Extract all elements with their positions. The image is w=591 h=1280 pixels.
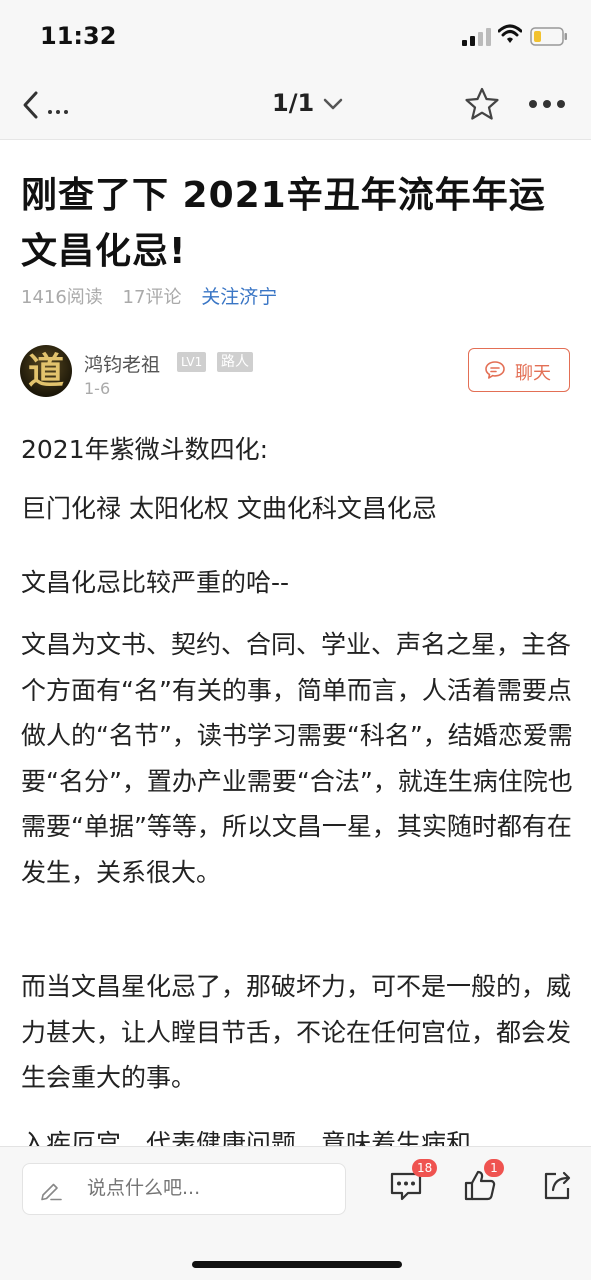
follow-link[interactable]: 关注济宁 — [201, 286, 277, 308]
comment-count-badge: 18 — [412, 1159, 438, 1177]
page-indicator[interactable]: 1/1 — [272, 89, 314, 117]
signal-icon — [462, 28, 491, 46]
body-paragraph: 文昌为文书、契约、合同、学业、声名之星，主各个方面有“名”有关的事，简单而言，人… — [21, 630, 573, 887]
chevron-left-icon — [23, 91, 68, 119]
home-indicator — [192, 1261, 402, 1268]
body-paragraph: 巨门化禄 太阳化权 文曲化科文昌化忌 — [21, 494, 437, 523]
body-paragraph: 而当文昌星化忌了，那破坏力，可不是一般的，威力甚大，让人瞠目节舌，不论在任何宫位… — [21, 972, 572, 1092]
article-meta: 1416阅读 17评论 关注济宁 — [21, 282, 291, 310]
like-button[interactable]: 1 — [460, 1159, 504, 1205]
comments-button[interactable]: 18 — [386, 1159, 438, 1205]
body-paragraph: 文昌化忌比较严重的哈-- — [21, 568, 290, 597]
chat-label: 聊天 — [515, 363, 551, 384]
level-badge: LV1 — [177, 352, 207, 372]
post-date: 1-6 — [84, 379, 111, 398]
read-count: 1416阅读 — [21, 287, 103, 308]
avatar[interactable]: 道 — [20, 345, 72, 397]
comment-count: 17评论 — [122, 287, 182, 308]
chat-button[interactable]: 聊天 — [468, 348, 570, 392]
nav-bar: 1/1 — [0, 70, 591, 140]
comment-box[interactable] — [22, 1163, 346, 1215]
chat-bubble-icon — [485, 361, 505, 379]
bottom-bar: 18 1 — [0, 1146, 591, 1280]
article-title: 刚查了下 2021辛丑年流年年运文昌化忌! — [21, 175, 546, 272]
wifi-icon — [498, 24, 522, 43]
like-count-badge: 1 — [484, 1159, 504, 1177]
author-name[interactable]: 鸿钧老祖 — [84, 350, 160, 377]
avatar-glyph: 道 — [27, 350, 64, 392]
pencil-icon — [41, 1183, 62, 1201]
status-bar: 11:32 — [0, 0, 591, 70]
share-button[interactable] — [538, 1165, 578, 1205]
star-icon[interactable] — [463, 86, 501, 122]
back-button[interactable] — [20, 88, 80, 122]
battery-icon — [530, 27, 567, 46]
comment-input[interactable] — [87, 1177, 327, 1199]
more-icon[interactable] — [527, 96, 567, 112]
role-badge: 路人 — [217, 352, 253, 372]
body-paragraph: 2021年紫微斗数四化: — [21, 435, 269, 464]
chevron-down-icon[interactable] — [322, 96, 344, 112]
share-icon — [544, 1171, 571, 1200]
status-time: 11:32 — [40, 22, 117, 50]
